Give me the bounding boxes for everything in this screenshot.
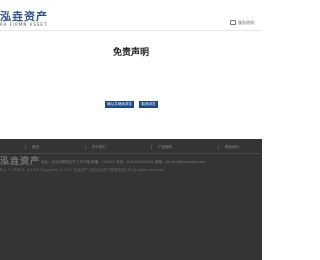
footer-link-home[interactable]: 首页 xyxy=(25,145,45,149)
footer-logo: 泓垚资产 xyxy=(0,157,41,167)
disclaimer-section: 免责声明 确认并继续浏览 取消浏览 xyxy=(0,31,262,139)
footer-copyright: Copyright © 2017 泓垚资产 北京泓垚资产管理有限公司 All r… xyxy=(41,168,165,172)
confirm-continue-button[interactable]: 确认并继续浏览 xyxy=(105,101,134,108)
logo-tagline: RA FIRMN ASSET xyxy=(0,22,48,27)
site-footer: 首页 关于我们 产品服务 联系我们 泓垚资产 RA FIRMN ASSET 地址… xyxy=(0,139,262,260)
footer-link-products[interactable]: 产品服务 xyxy=(151,145,178,149)
footer-link-contact[interactable]: 联系我们 xyxy=(217,145,245,149)
footer-logo-tagline: RA FIRMN ASSET xyxy=(0,168,44,172)
footer-nav: 首页 关于我们 产品服务 联系我们 xyxy=(25,145,245,149)
footer-address: 地址：北京市朝阳区东三环中路 邮编：100022 电话：010-XXXXXXXX… xyxy=(41,160,206,164)
footer-link-about[interactable]: 关于我们 xyxy=(84,145,112,149)
footer-divider xyxy=(0,153,262,154)
logo[interactable]: 泓垚资产 xyxy=(0,11,48,22)
site-header: 泓垚资产 RA FIRMN ASSET 服务热线： xyxy=(0,0,262,31)
hotline-label: 服务热线： xyxy=(238,20,258,25)
service-hotline: 服务热线： xyxy=(230,20,258,25)
page-title: 免责声明 xyxy=(112,48,149,58)
phone-icon xyxy=(230,20,236,25)
cancel-browse-button[interactable]: 取消浏览 xyxy=(139,101,158,108)
